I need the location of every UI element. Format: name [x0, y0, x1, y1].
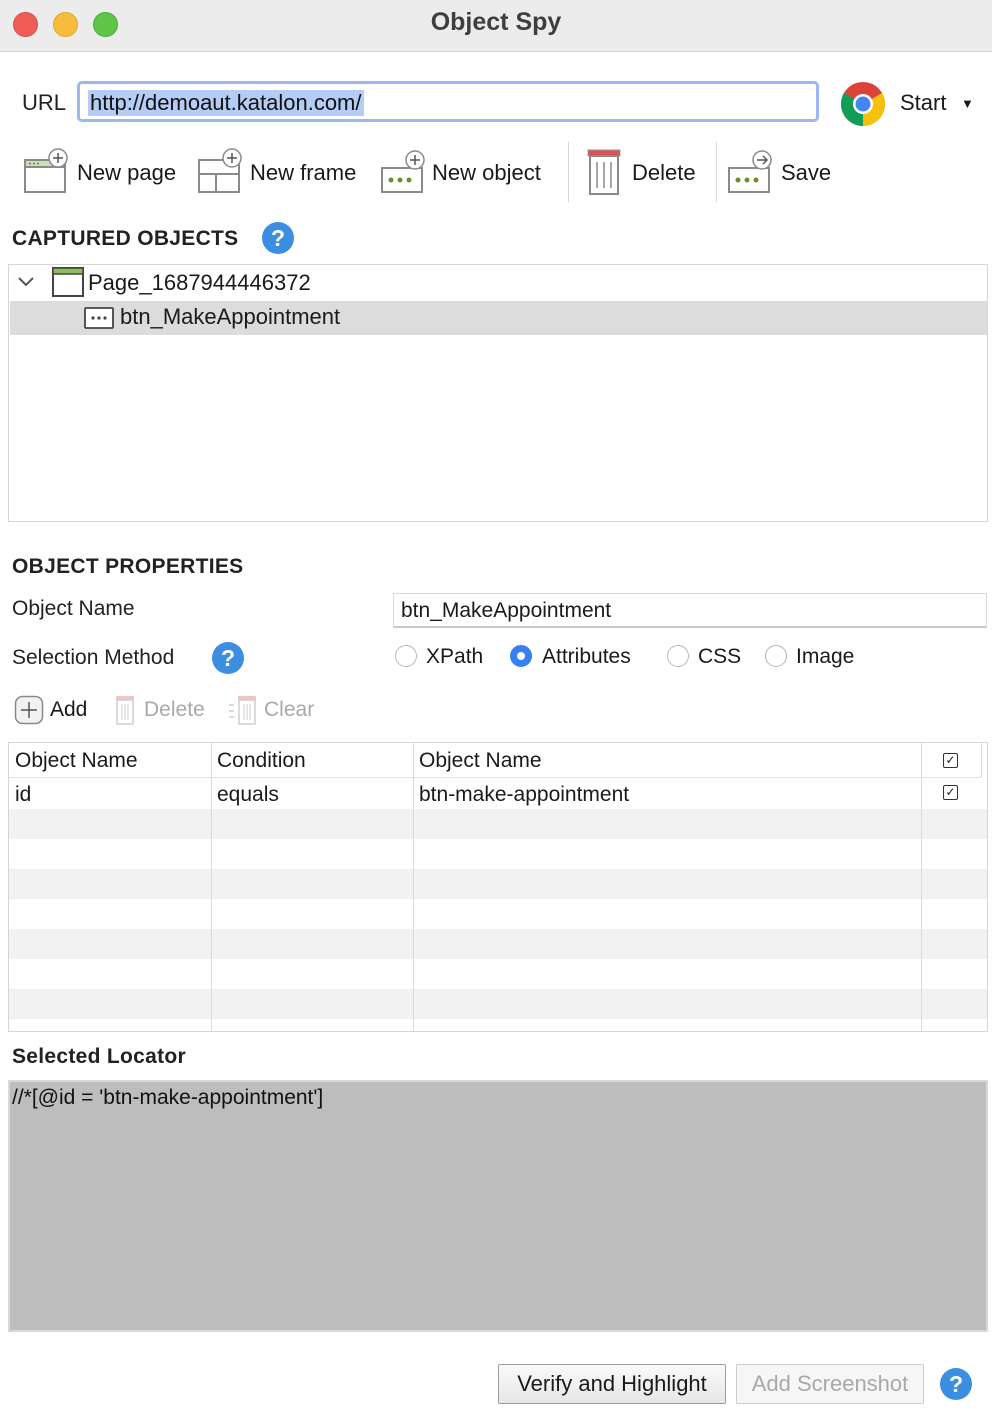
table-row-stripe: [9, 929, 987, 959]
radio-image-label[interactable]: Image: [796, 645, 854, 669]
table-cell-name[interactable]: id: [9, 780, 31, 810]
selected-locator-title: Selected Locator: [12, 1045, 187, 1068]
chevron-down-icon[interactable]: [17, 268, 35, 299]
new-page-button[interactable]: New page: [77, 160, 176, 186]
tree-item-page[interactable]: Page_1687944446372: [88, 270, 311, 296]
button-object-icon: [84, 307, 114, 329]
url-label: URL: [22, 90, 67, 115]
chrome-icon[interactable]: [839, 80, 887, 128]
column-header-value[interactable]: Object Name: [413, 743, 921, 778]
new-object-icon[interactable]: [379, 148, 427, 196]
save-button[interactable]: Save: [781, 160, 831, 186]
delete-icon[interactable]: [580, 148, 628, 196]
select-all-checkbox[interactable]: ✓: [943, 753, 958, 768]
radio-xpath[interactable]: [395, 645, 417, 667]
toolbar-separator: [716, 142, 717, 202]
delete-button[interactable]: Delete: [632, 160, 696, 186]
column-header-check[interactable]: ✓: [921, 743, 981, 778]
row-checkbox[interactable]: ✓: [943, 785, 958, 800]
save-icon[interactable]: [726, 148, 774, 196]
radio-image[interactable]: [765, 645, 787, 667]
column-header-name[interactable]: Object Name: [9, 743, 211, 778]
captured-objects-tree[interactable]: Page_1687944446372 btn_MakeAppointment: [8, 264, 988, 522]
help-icon[interactable]: ?: [212, 642, 244, 674]
radio-attributes-label[interactable]: Attributes: [542, 645, 631, 669]
radio-attributes[interactable]: [510, 645, 532, 667]
add-icon[interactable]: [14, 695, 44, 725]
table-row-stripe: [9, 869, 987, 899]
captured-objects-title: CAPTURED OBJECTS: [12, 227, 239, 250]
radio-xpath-label[interactable]: XPath: [426, 645, 483, 669]
selected-locator-editor[interactable]: //*[@id = 'btn-make-appointment']: [8, 1080, 988, 1332]
radio-css[interactable]: [667, 645, 689, 667]
page-icon: [52, 267, 84, 297]
help-icon[interactable]: ?: [262, 222, 294, 254]
object-properties-title: OBJECT PROPERTIES: [12, 555, 244, 578]
selection-method-label: Selection Method: [12, 646, 175, 669]
verify-and-highlight-button[interactable]: Verify and Highlight: [498, 1364, 726, 1404]
title-bar: Object Spy: [0, 0, 992, 52]
delete-row-icon: [116, 696, 134, 725]
start-button[interactable]: Start: [900, 90, 946, 116]
tree-item-object[interactable]: btn_MakeAppointment: [120, 304, 340, 330]
url-value: http://demoaut.katalon.com/: [88, 90, 364, 116]
clear-button[interactable]: Clear: [264, 698, 314, 722]
object-name-label: Object Name: [12, 597, 135, 620]
column-header-condition[interactable]: Condition: [211, 743, 413, 778]
window-title: Object Spy: [430, 8, 562, 36]
new-frame-button[interactable]: New frame: [250, 160, 356, 186]
object-name-input[interactable]: btn_MakeAppointment: [393, 593, 987, 628]
table-row-stripe: [9, 809, 987, 839]
url-input[interactable]: http://demoaut.katalon.com/: [77, 81, 819, 122]
object-name-value: btn_MakeAppointment: [401, 599, 612, 622]
table-row-stripe: [9, 989, 987, 1019]
add-button[interactable]: Add: [50, 698, 87, 722]
table-cell-condition[interactable]: equals: [211, 780, 279, 810]
locator-value: //*[@id = 'btn-make-appointment']: [12, 1086, 324, 1109]
help-icon[interactable]: ?: [940, 1368, 972, 1400]
attributes-table[interactable]: Object Name Condition Object Name ✓ id e…: [8, 742, 988, 1032]
add-screenshot-button[interactable]: Add Screenshot: [736, 1364, 924, 1404]
clear-icon: [229, 696, 256, 725]
toolbar-separator: [568, 142, 569, 202]
delete-row-button[interactable]: Delete: [144, 698, 205, 722]
column-divider: [981, 743, 982, 778]
column-divider: [921, 743, 922, 1031]
table-cell-value[interactable]: btn-make-appointment: [413, 780, 629, 810]
radio-css-label[interactable]: CSS: [698, 645, 741, 669]
new-page-icon[interactable]: [22, 148, 70, 196]
chevron-down-icon[interactable]: ▼: [961, 96, 974, 111]
new-object-button[interactable]: New object: [432, 160, 541, 186]
new-frame-icon[interactable]: [196, 148, 244, 196]
